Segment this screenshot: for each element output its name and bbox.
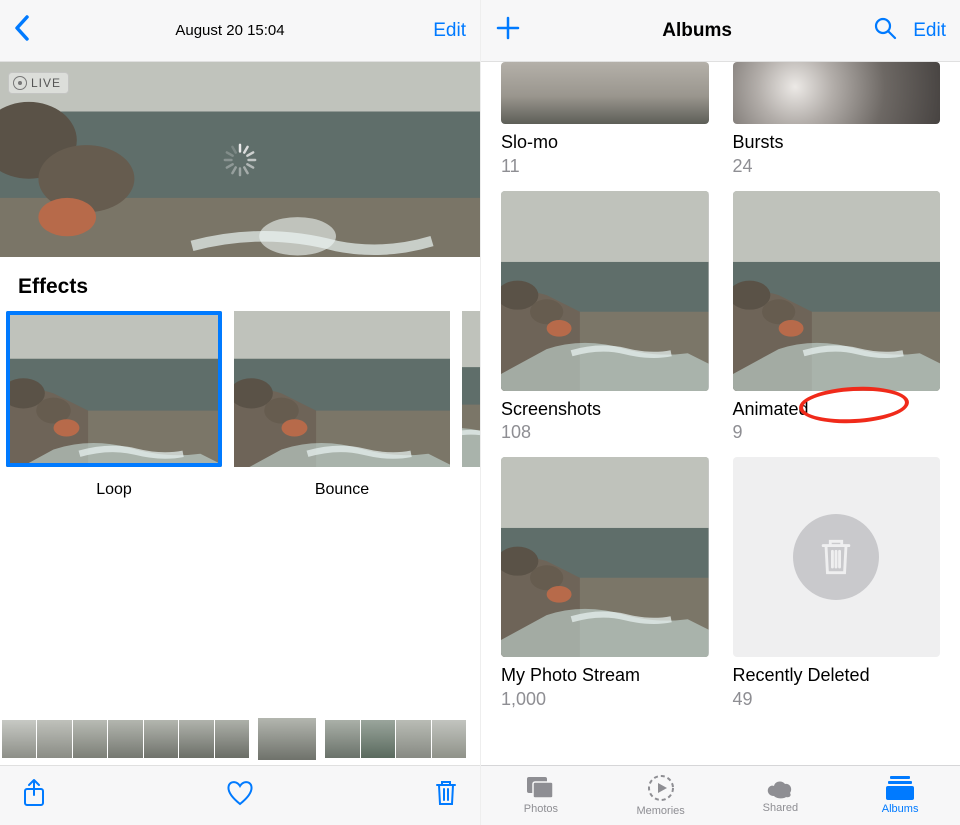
- tab-label: Albums: [882, 803, 919, 815]
- live-badge: LIVE: [8, 72, 69, 94]
- search-icon: [873, 16, 897, 40]
- album-animated[interactable]: Animated 9: [733, 191, 941, 444]
- photo-timestamp: August 20 15:04: [44, 22, 416, 39]
- cloud-icon: [765, 777, 795, 799]
- trash-icon: [434, 779, 458, 807]
- memories-icon: [647, 774, 675, 802]
- filmstrip-current[interactable]: [258, 718, 316, 760]
- tab-label: Memories: [636, 805, 684, 817]
- albums-icon: [886, 776, 914, 800]
- delete-button[interactable]: [434, 779, 458, 812]
- album-count: 9: [733, 420, 941, 443]
- edit-albums-button[interactable]: Edit: [913, 20, 946, 42]
- album-count: 24: [733, 154, 941, 177]
- photo-toolbar: [0, 765, 480, 825]
- effect-label: Bounce: [234, 467, 450, 499]
- album-name: Recently Deleted: [733, 657, 870, 687]
- share-icon: [22, 778, 46, 808]
- effect-next-peek[interactable]: [462, 311, 480, 499]
- tab-bar: Photos Memories Shared Albums: [481, 765, 960, 825]
- effect-bounce[interactable]: Bounce: [234, 311, 450, 499]
- album-name: Animated: [733, 391, 809, 421]
- album-name: My Photo Stream: [501, 657, 640, 687]
- album-name: Slo-mo: [501, 124, 558, 154]
- live-icon: [13, 76, 27, 90]
- spinner-icon: [222, 142, 258, 178]
- favorite-button[interactable]: [225, 779, 255, 812]
- album-name: Screenshots: [501, 391, 601, 421]
- tab-memories[interactable]: Memories: [601, 766, 721, 825]
- album-bursts[interactable]: Bursts 24: [733, 62, 941, 177]
- edit-button[interactable]: Edit: [416, 20, 466, 42]
- live-photo-hero[interactable]: LIVE: [0, 62, 480, 257]
- effect-loop[interactable]: Loop: [6, 311, 222, 499]
- albums-screen: Albums Edit Slo-mo 11 Bursts 24 Screensh…: [480, 0, 960, 825]
- heart-icon: [225, 779, 255, 807]
- album-photo-stream[interactable]: My Photo Stream 1,000: [501, 457, 709, 710]
- album-count: 1,000: [501, 687, 709, 710]
- album-count: 11: [501, 154, 709, 177]
- search-button[interactable]: [873, 16, 897, 45]
- effect-label: Loop: [6, 467, 222, 499]
- effects-strip[interactable]: Loop Bounce: [0, 311, 480, 499]
- share-button[interactable]: [22, 778, 46, 813]
- albums-grid: Slo-mo 11 Bursts 24 Screenshots 108 Anim…: [501, 62, 940, 710]
- left-nav-bar: August 20 15:04 Edit: [0, 0, 480, 62]
- trash-icon: [816, 537, 856, 577]
- plus-icon: [495, 15, 521, 41]
- loading-spinner: [222, 142, 258, 178]
- add-album-button[interactable]: [495, 15, 521, 46]
- tab-label: Shared: [763, 802, 798, 814]
- album-slomo[interactable]: Slo-mo 11: [501, 62, 709, 177]
- chevron-left-icon: [14, 15, 30, 41]
- tab-albums[interactable]: Albums: [840, 766, 960, 825]
- album-screenshots[interactable]: Screenshots 108: [501, 191, 709, 444]
- photo-detail-screen: August 20 15:04 Edit LIVE: [0, 0, 480, 825]
- tab-label: Photos: [524, 803, 558, 815]
- album-recently-deleted[interactable]: Recently Deleted 49: [733, 457, 941, 710]
- tab-photos[interactable]: Photos: [481, 766, 601, 825]
- effects-heading: Effects: [0, 257, 480, 311]
- album-count: 108: [501, 420, 709, 443]
- album-name: Bursts: [733, 124, 784, 154]
- nav-title: Albums: [521, 20, 873, 42]
- album-count: 49: [733, 687, 941, 710]
- live-badge-label: LIVE: [31, 76, 61, 90]
- right-nav-bar: Albums Edit: [481, 0, 960, 62]
- back-button[interactable]: [14, 15, 44, 46]
- tab-shared[interactable]: Shared: [721, 766, 841, 825]
- filmstrip[interactable]: [0, 717, 480, 761]
- albums-grid-container[interactable]: Slo-mo 11 Bursts 24 Screenshots 108 Anim…: [481, 62, 960, 765]
- photos-icon: [526, 776, 556, 800]
